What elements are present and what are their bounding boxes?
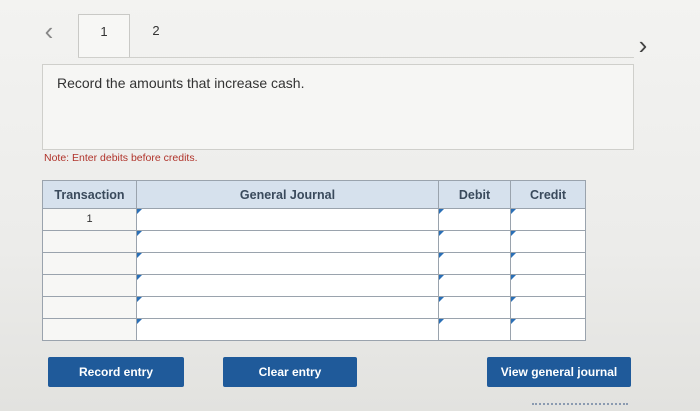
account-input[interactable] bbox=[137, 275, 439, 296]
credit-input[interactable] bbox=[511, 275, 585, 296]
tab-1[interactable]: 1 bbox=[78, 14, 130, 58]
transaction-cell bbox=[43, 253, 137, 274]
debit-input[interactable] bbox=[439, 297, 511, 318]
table-row bbox=[43, 230, 585, 252]
note-text: Note: Enter debits before credits. bbox=[44, 152, 198, 164]
table-row: 1 bbox=[43, 208, 585, 230]
account-input[interactable] bbox=[137, 297, 439, 318]
header-transaction: Transaction bbox=[43, 181, 137, 208]
instruction-box: Record the amounts that increase cash. bbox=[42, 64, 634, 150]
credit-input[interactable] bbox=[511, 209, 585, 230]
record-entry-button[interactable]: Record entry bbox=[48, 357, 184, 387]
prev-chevron-left-icon[interactable]: ‹ bbox=[38, 18, 60, 44]
view-general-journal-button[interactable]: View general journal bbox=[487, 357, 631, 387]
account-input[interactable] bbox=[137, 253, 439, 274]
header-general-journal: General Journal bbox=[137, 181, 439, 208]
credit-input[interactable] bbox=[511, 319, 585, 340]
next-chevron-right-icon[interactable]: › bbox=[632, 32, 654, 58]
account-input[interactable] bbox=[137, 231, 439, 252]
tab-2[interactable]: 2 bbox=[130, 14, 182, 58]
tab-divider bbox=[78, 57, 634, 58]
debit-input[interactable] bbox=[439, 275, 511, 296]
instruction-text: Record the amounts that increase cash. bbox=[57, 75, 305, 91]
page: ‹ › 1 2 Record the amounts that increase… bbox=[0, 0, 700, 411]
header-credit: Credit bbox=[511, 181, 585, 208]
transaction-cell bbox=[43, 297, 137, 318]
transaction-cell: 1 bbox=[43, 209, 137, 230]
transaction-cell bbox=[43, 231, 137, 252]
account-input[interactable] bbox=[137, 319, 439, 340]
debit-input[interactable] bbox=[439, 253, 511, 274]
debit-input[interactable] bbox=[439, 231, 511, 252]
dotted-divider bbox=[532, 403, 628, 405]
journal-table: Transaction General Journal Debit Credit… bbox=[42, 180, 586, 341]
account-input[interactable] bbox=[137, 209, 439, 230]
table-row bbox=[43, 296, 585, 318]
journal-header: Transaction General Journal Debit Credit bbox=[43, 181, 585, 208]
credit-input[interactable] bbox=[511, 297, 585, 318]
transaction-cell bbox=[43, 275, 137, 296]
debit-input[interactable] bbox=[439, 319, 511, 340]
debit-input[interactable] bbox=[439, 209, 511, 230]
credit-input[interactable] bbox=[511, 253, 585, 274]
table-row bbox=[43, 252, 585, 274]
table-row bbox=[43, 274, 585, 296]
transaction-cell bbox=[43, 319, 137, 340]
clear-entry-button[interactable]: Clear entry bbox=[223, 357, 357, 387]
credit-input[interactable] bbox=[511, 231, 585, 252]
table-row bbox=[43, 318, 585, 340]
header-debit: Debit bbox=[439, 181, 511, 208]
